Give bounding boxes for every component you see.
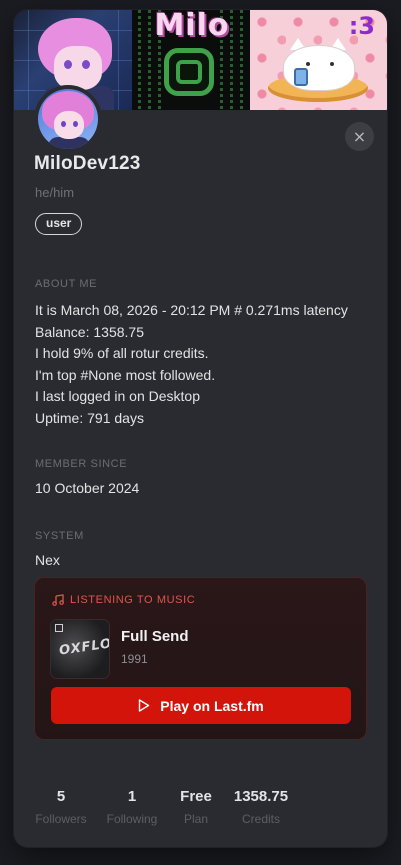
avatar	[34, 85, 102, 153]
track-subtitle: 1991	[121, 652, 148, 666]
play-button-label: Play on Last.fm	[160, 697, 264, 714]
about-line: I last logged in on Desktop	[35, 388, 200, 404]
play-icon	[139, 699, 150, 712]
play-on-lastfm-button[interactable]: Play on Last.fm	[51, 687, 351, 724]
stat-value: 5	[56, 788, 66, 805]
stat-value: 1358.75	[233, 788, 289, 805]
stat-label: Following	[106, 812, 158, 826]
about-line: Balance: 1358.75	[35, 323, 144, 340]
stat-following[interactable]: 1 Following	[104, 788, 160, 826]
banner-image-cat: :3	[250, 10, 387, 110]
stat-label: Followers	[35, 812, 87, 826]
now-playing-label: LISTENING TO MUSIC	[70, 594, 196, 606]
stat-label: Plan	[183, 812, 209, 826]
track-title: Full Send	[121, 628, 189, 645]
stat-credits: 1358.75 Credits	[228, 788, 294, 826]
about-line: I'm top #None most followed.	[35, 366, 216, 383]
close-icon: ×	[352, 127, 367, 146]
about-me-label: ABOUT ME	[35, 278, 98, 290]
username: MiloDev123	[34, 153, 141, 174]
stat-label: Credits	[241, 812, 280, 826]
close-button[interactable]: ×	[345, 122, 374, 151]
member-since-value: 10 October 2024	[35, 480, 140, 496]
stat-value: 1	[127, 788, 137, 805]
member-since-label: MEMBER SINCE	[35, 458, 128, 470]
about-line: I hold 9% of all rotur credits.	[35, 345, 209, 361]
banner-cat-text: :3	[348, 12, 375, 40]
system-value: Nex	[35, 552, 60, 568]
stat-followers[interactable]: 5 Followers	[33, 788, 89, 826]
about-me-text: It is March 08, 2026 - 20:12 PM # 0.271m…	[35, 300, 348, 429]
system-label: SYSTEM	[35, 530, 84, 542]
banner-milo-text: Milo	[154, 10, 230, 43]
music-note-icon	[52, 594, 64, 606]
banner-image-milo: Milo	[132, 10, 250, 110]
album-art-text: OXFLO	[58, 636, 109, 659]
stat-plan: Free Plan	[172, 788, 220, 826]
now-playing-header: LISTENING TO MUSIC	[52, 594, 195, 606]
role-badge: user	[35, 213, 83, 235]
profile-modal: Milo :3 × MiloDev123 he/him user ABOUT M…	[14, 10, 387, 847]
album-art: OXFLO	[51, 620, 109, 678]
about-line: Uptime: 791 days	[35, 409, 144, 426]
pronouns: he/him	[35, 185, 75, 200]
profile-stats: 5 Followers 1 Following Free Plan 1358.7…	[14, 788, 387, 838]
now-playing-card: LISTENING TO MUSIC OXFLO Full Send 1991 …	[34, 577, 367, 740]
stat-value: Free	[180, 788, 212, 805]
about-line: It is March 08, 2026 - 20:12 PM # 0.271m…	[35, 302, 348, 318]
